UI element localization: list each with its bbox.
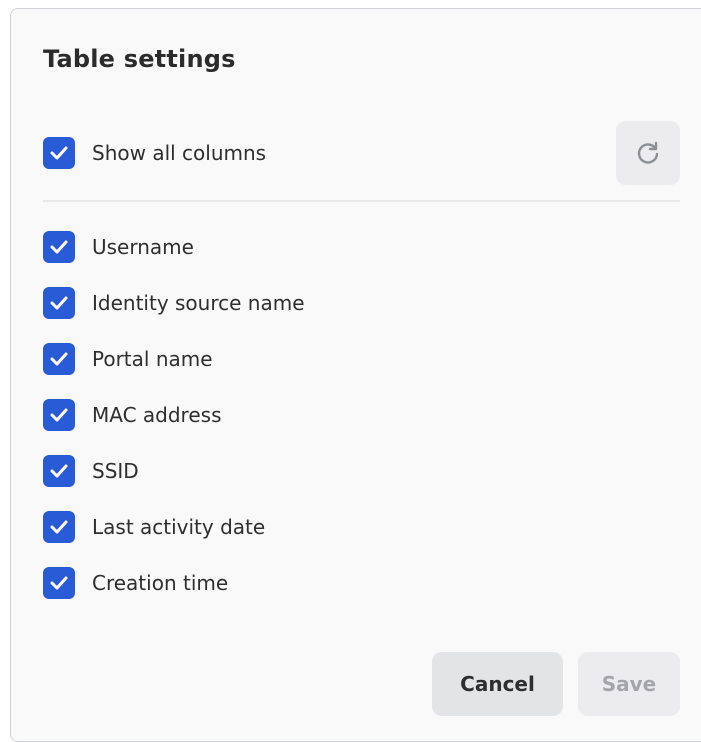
- checkmark-icon: [50, 240, 68, 254]
- column-item-portal-name[interactable]: Portal name: [43, 342, 213, 376]
- checkmark-icon: [50, 520, 68, 534]
- column-label: Username: [92, 235, 194, 259]
- identity-source-name-checkbox[interactable]: [43, 287, 75, 319]
- ssid-checkbox[interactable]: [43, 455, 75, 487]
- creation-time-checkbox[interactable]: [43, 567, 75, 599]
- column-label: MAC address: [92, 403, 222, 427]
- checkmark-icon: [50, 408, 68, 422]
- column-label: Identity source name: [92, 291, 305, 315]
- checkmark-icon: [50, 296, 68, 310]
- column-item-creation-time[interactable]: Creation time: [43, 566, 228, 600]
- save-button[interactable]: Save: [578, 652, 680, 716]
- mac-address-checkbox[interactable]: [43, 399, 75, 431]
- reset-columns-button[interactable]: [616, 121, 680, 185]
- username-checkbox[interactable]: [43, 231, 75, 263]
- column-label: SSID: [92, 459, 139, 483]
- cancel-button[interactable]: Cancel: [432, 652, 563, 716]
- divider: [43, 200, 680, 202]
- column-label: Portal name: [92, 347, 213, 371]
- column-item-mac-address[interactable]: MAC address: [43, 398, 221, 432]
- last-activity-date-checkbox[interactable]: [43, 511, 75, 543]
- checkmark-icon: [50, 576, 68, 590]
- show-all-columns-row[interactable]: Show all columns: [43, 136, 266, 170]
- show-all-columns-label: Show all columns: [92, 141, 267, 165]
- checkmark-icon: [50, 146, 68, 160]
- show-all-columns-checkbox[interactable]: [43, 137, 75, 169]
- column-item-last-activity-date[interactable]: Last activity date: [43, 510, 265, 544]
- portal-name-checkbox[interactable]: [43, 343, 75, 375]
- column-label: Last activity date: [92, 515, 266, 539]
- column-item-ssid[interactable]: SSID: [43, 454, 139, 488]
- checkmark-icon: [50, 352, 68, 366]
- checkmark-icon: [50, 464, 68, 478]
- column-item-identity-source-name[interactable]: Identity source name: [43, 286, 305, 320]
- refresh-icon: [637, 141, 659, 164]
- column-label: Creation time: [92, 571, 229, 595]
- table-settings-panel: Table settings Show all columns Username: [10, 8, 701, 742]
- panel-title: Table settings: [43, 45, 236, 73]
- column-item-username[interactable]: Username: [43, 230, 194, 264]
